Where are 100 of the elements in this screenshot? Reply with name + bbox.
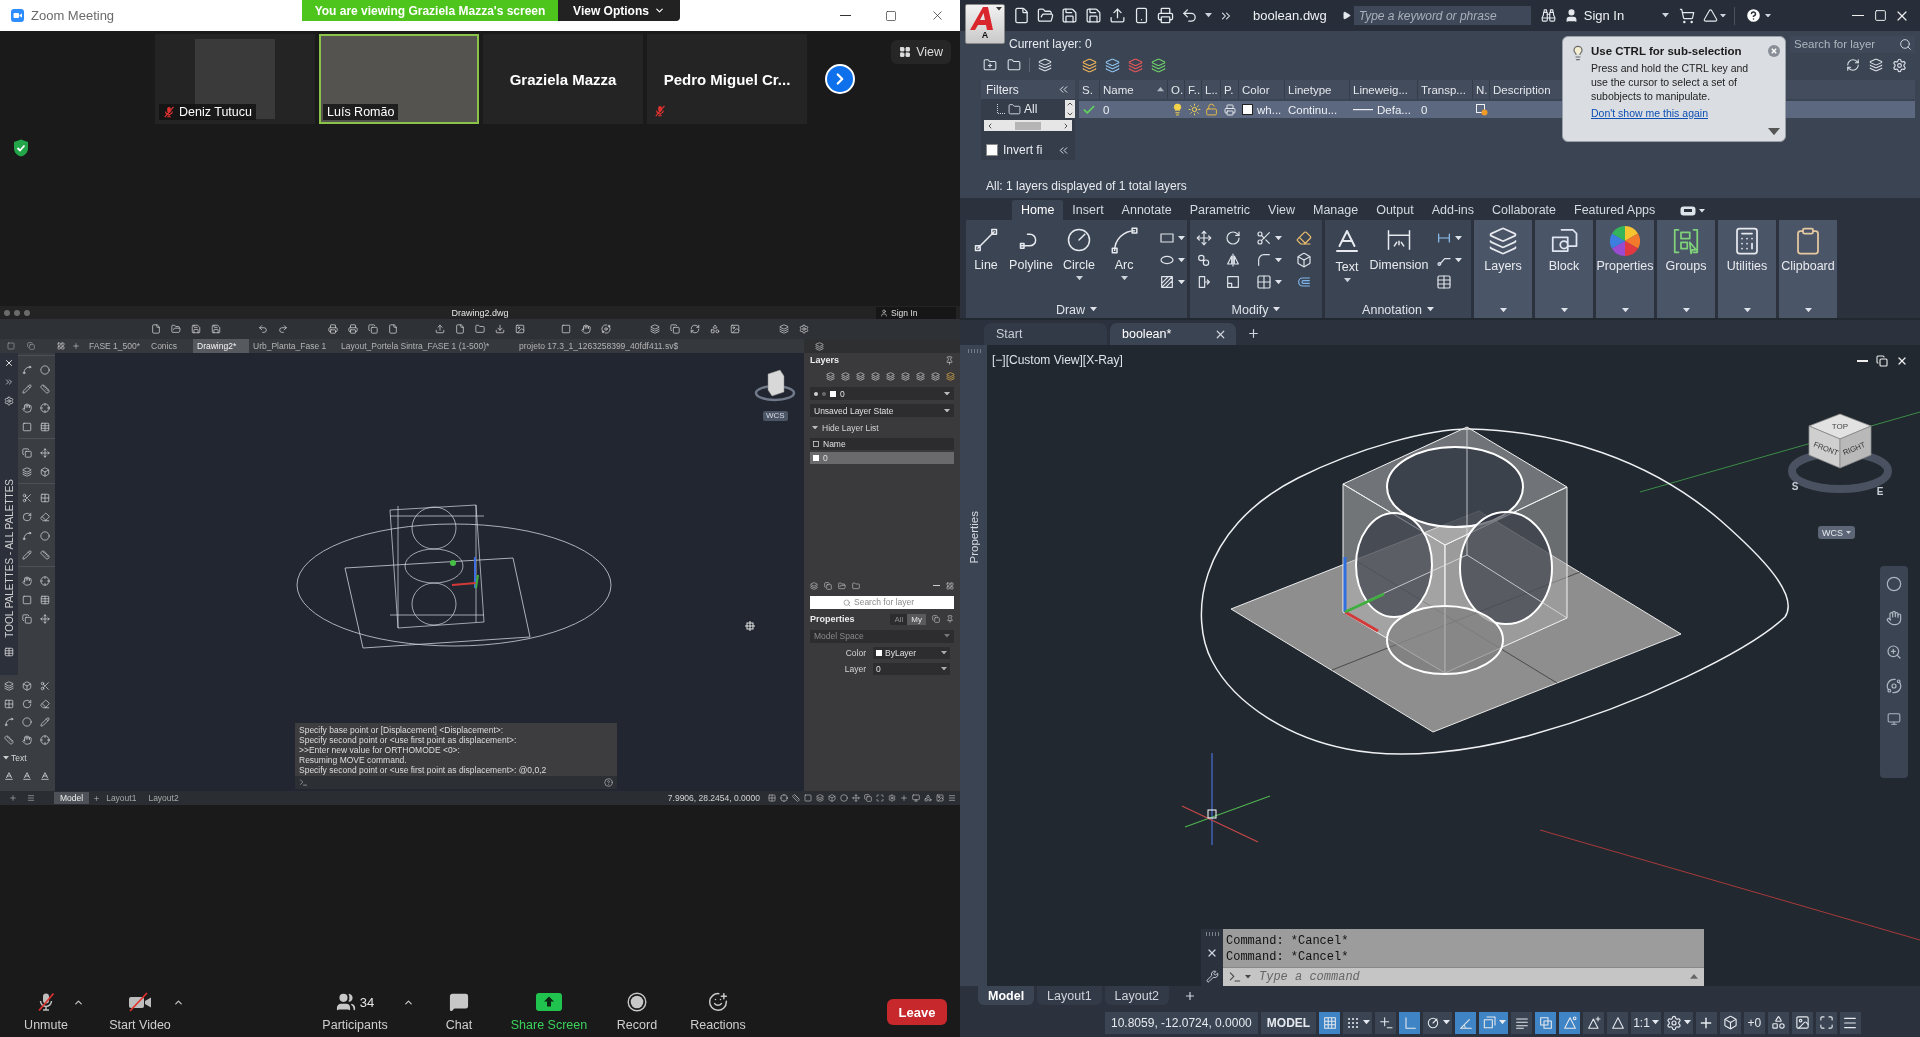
eraser-icon[interactable] xyxy=(1296,230,1312,246)
record-button[interactable]: Record xyxy=(612,992,662,1032)
folder-icon[interactable] xyxy=(1007,58,1021,72)
file-tab[interactable]: projeto 17.3_1_1263258399_40fdf411.sv$ xyxy=(515,339,705,353)
rotate-icon[interactable] xyxy=(22,699,32,709)
status-toggle-button[interactable] xyxy=(1479,1011,1509,1034)
grid-icon[interactable] xyxy=(768,794,776,802)
status-toggle-button[interactable] xyxy=(1511,1011,1533,1034)
column-header[interactable]: P. xyxy=(1221,80,1239,99)
dismiss-link[interactable]: Don't show me this again xyxy=(1591,107,1763,119)
layout-tab[interactable]: Model xyxy=(54,792,90,804)
eraser-icon[interactable] xyxy=(40,699,50,709)
two-circles-icon[interactable] xyxy=(1196,252,1212,268)
ribbon-tool-button[interactable]: Dimension xyxy=(1369,226,1429,272)
binoculars-icon[interactable] xyxy=(1540,8,1556,23)
compass-letter[interactable]: S xyxy=(1791,481,1799,492)
move-icon[interactable] xyxy=(1196,230,1212,246)
application-menu-button[interactable]: A xyxy=(965,4,1005,44)
rotate-icon[interactable] xyxy=(22,512,32,522)
pencil-icon[interactable] xyxy=(22,384,32,394)
layers-icon[interactable] xyxy=(1082,57,1097,73)
refresh-icon[interactable] xyxy=(690,324,700,334)
plus-icon[interactable] xyxy=(1247,327,1260,340)
reactions-button[interactable]: Reactions xyxy=(683,992,753,1032)
gear-icon[interactable] xyxy=(4,396,14,406)
file-tab[interactable]: Layout_Portela Sintra_FASE 1 (1-500)* xyxy=(337,339,515,353)
image-icon[interactable] xyxy=(515,324,525,334)
copy-icon[interactable] xyxy=(368,324,378,334)
move-icon[interactable] xyxy=(40,614,50,624)
status-toggle-button[interactable] xyxy=(1455,1011,1477,1034)
phone-icon[interactable] xyxy=(1133,7,1150,24)
layers-icon[interactable] xyxy=(826,371,835,381)
zoom-in-icon[interactable] xyxy=(1886,644,1902,660)
layers-icon[interactable] xyxy=(810,581,818,590)
layers-icon[interactable] xyxy=(886,371,895,381)
grid-icon[interactable] xyxy=(57,342,65,350)
video-tile[interactable]: Graziela Mazza xyxy=(483,34,643,124)
box-icon[interactable] xyxy=(1296,252,1312,268)
layers-icon[interactable] xyxy=(4,681,14,691)
mirrored-triangles-icon[interactable] xyxy=(1225,252,1241,268)
array-grid-icon[interactable] xyxy=(1256,274,1272,290)
open-padlock-icon[interactable] xyxy=(1205,103,1218,116)
layers-icon[interactable] xyxy=(650,324,660,334)
table-icon[interactable] xyxy=(40,422,50,432)
hand-icon[interactable] xyxy=(22,576,32,586)
ribbon-tab[interactable]: Manage xyxy=(1303,200,1368,220)
image-icon[interactable] xyxy=(730,324,740,334)
hatch-tool-button[interactable] xyxy=(1159,273,1185,291)
ruler-icon[interactable] xyxy=(40,384,50,394)
table-icon[interactable] xyxy=(4,646,14,657)
share-button[interactable]: Share Screen xyxy=(509,992,589,1032)
undo-icon[interactable] xyxy=(258,324,268,334)
coordinates-readout[interactable]: 10.8059, -12.0724, 0.0000 xyxy=(1105,1011,1258,1034)
document-tab[interactable]: Start xyxy=(984,323,1107,345)
hand-icon[interactable] xyxy=(581,324,591,334)
crosshair-icon[interactable] xyxy=(780,794,788,802)
text-style-icon[interactable] xyxy=(40,771,50,781)
layer-state-dropdown[interactable]: Unsaved Layer State xyxy=(810,404,954,417)
copy-icon[interactable] xyxy=(824,581,832,590)
ribbon-tab[interactable]: Featured Apps xyxy=(1565,200,1665,220)
save-icon[interactable] xyxy=(191,324,201,334)
image-icon[interactable] xyxy=(936,794,944,802)
restore-icon[interactable] xyxy=(1876,355,1888,367)
search-field[interactable]: Search for layer xyxy=(810,595,954,609)
copy-icon[interactable] xyxy=(22,448,32,458)
layers-icon[interactable] xyxy=(1151,57,1166,73)
curve-icon[interactable] xyxy=(4,717,14,727)
box-icon[interactable] xyxy=(828,794,836,802)
caret-icon[interactable] xyxy=(1275,279,1282,285)
wcs-menu-button[interactable]: WCS xyxy=(1818,526,1855,539)
upload-icon[interactable] xyxy=(1109,7,1126,24)
layout-tab[interactable]: Layout1 xyxy=(100,792,143,804)
circle-icon[interactable] xyxy=(22,717,32,727)
video-tile[interactable]: Deniz Tutucu xyxy=(155,34,315,124)
grid-icon[interactable] xyxy=(4,699,14,709)
gear-icon[interactable] xyxy=(1892,57,1907,73)
ribbon-toggle-button[interactable] xyxy=(1680,206,1706,216)
square-icon[interactable] xyxy=(22,595,32,605)
file-tab[interactable]: FASE 1_500* xyxy=(85,339,147,353)
ribbon-panel-button[interactable]: Clipboard xyxy=(1779,220,1837,318)
command-input-field[interactable]: Type a command xyxy=(1223,967,1704,986)
ribbon-tool-button[interactable]: Line xyxy=(966,226,1006,272)
ribbon-panel-button[interactable]: Properties xyxy=(1596,220,1654,318)
ribbon-tab[interactable]: Insert xyxy=(1063,200,1113,220)
copy-icon[interactable] xyxy=(670,324,680,334)
shapes-icon[interactable] xyxy=(710,324,720,334)
axis-gizmo-icon[interactable] xyxy=(1343,557,1385,633)
context-dropdown[interactable]: Model Space xyxy=(810,629,954,643)
vertical-scrollbar[interactable] xyxy=(1065,100,1075,118)
view-options-button[interactable]: View Options xyxy=(558,0,680,21)
folder-icon[interactable] xyxy=(1008,102,1021,116)
ruler-icon[interactable] xyxy=(792,794,800,802)
panel-title-button[interactable]: Modify xyxy=(1190,301,1322,318)
ruler-icon[interactable] xyxy=(4,735,14,745)
scissors-icon[interactable] xyxy=(40,681,50,691)
participants-button[interactable]: 34 Participants xyxy=(308,992,402,1032)
sun-icon[interactable] xyxy=(1188,103,1201,116)
mute-button[interactable]: Unmute xyxy=(20,992,72,1032)
layers-icon[interactable] xyxy=(816,794,824,802)
box-icon[interactable] xyxy=(40,467,50,477)
